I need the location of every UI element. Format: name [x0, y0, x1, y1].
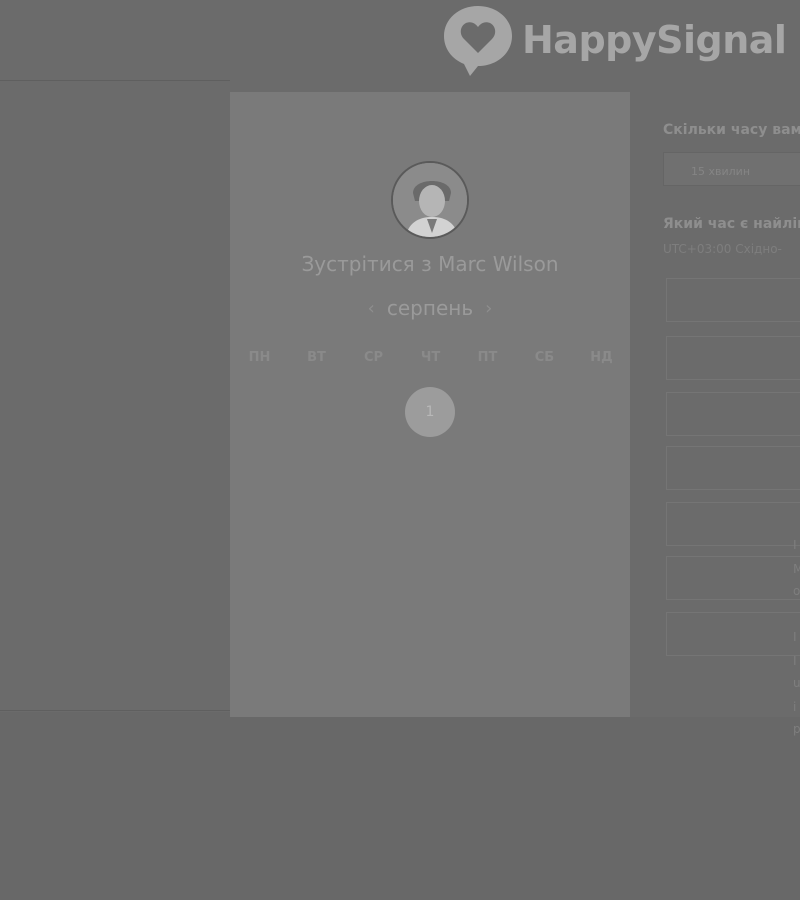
time-slot[interactable] [666, 336, 800, 380]
info-text-line: І [793, 654, 797, 668]
month-label: серпень [386, 296, 474, 320]
brand[interactable]: HappySignal [440, 2, 787, 78]
info-text-line: М [793, 562, 800, 576]
time-slot[interactable] [666, 392, 800, 436]
avatar [391, 161, 469, 239]
weekday-label: СР [363, 350, 384, 365]
duration-title: Скільки часу вам [663, 122, 800, 138]
person-avatar-icon [393, 163, 467, 237]
info-text-line: р [793, 722, 800, 736]
time-title: Який час є найліп [663, 216, 800, 232]
time-slot[interactable] [666, 278, 800, 322]
weekday-label: НД [590, 350, 613, 365]
info-text-line: І [793, 538, 797, 552]
prev-month-icon[interactable]: ‹ [356, 298, 387, 319]
time-slot[interactable] [666, 502, 800, 546]
weekday-label: СБ [534, 350, 555, 365]
weekday-label: ВТ [307, 350, 326, 365]
calendar-day-selected[interactable]: 1 [405, 387, 455, 437]
time-slot[interactable] [666, 446, 800, 490]
booking-calendar-modal: Зустрітися з Marc Wilson ‹ серпень › ПН … [230, 92, 630, 717]
weekday-header: ПН ВТ СР ЧТ ПТ СБ НД [230, 350, 630, 374]
left-panel-divider [0, 710, 230, 711]
info-text-line: І [793, 630, 797, 644]
info-text-line: о [793, 584, 800, 598]
weekday-label: ПТ [477, 350, 498, 365]
heart-speech-bubble-icon [444, 6, 512, 76]
header: HappySignal [0, 0, 800, 92]
time-slot[interactable] [666, 556, 800, 600]
timezone-label[interactable]: UTC+03:00 Східно- [663, 242, 782, 256]
weekday-label: ЧТ [420, 350, 441, 365]
duration-select[interactable]: 15 хвилин [663, 152, 800, 186]
header-divider [0, 80, 230, 81]
weekday-label: ПН [248, 350, 271, 365]
month-navigation: ‹ серпень › [230, 296, 630, 320]
time-slot[interactable] [666, 612, 800, 656]
scheduling-options: Скільки часу вам 15 хвилин Який час є на… [630, 92, 800, 736]
brand-name: HappySignal [522, 18, 787, 62]
next-month-icon[interactable]: › [473, 298, 504, 319]
info-text-line: і [793, 700, 797, 714]
modal-title: Зустрітися з Marc Wilson [301, 252, 559, 276]
left-panel [0, 92, 230, 712]
info-text-line: u [793, 676, 800, 690]
